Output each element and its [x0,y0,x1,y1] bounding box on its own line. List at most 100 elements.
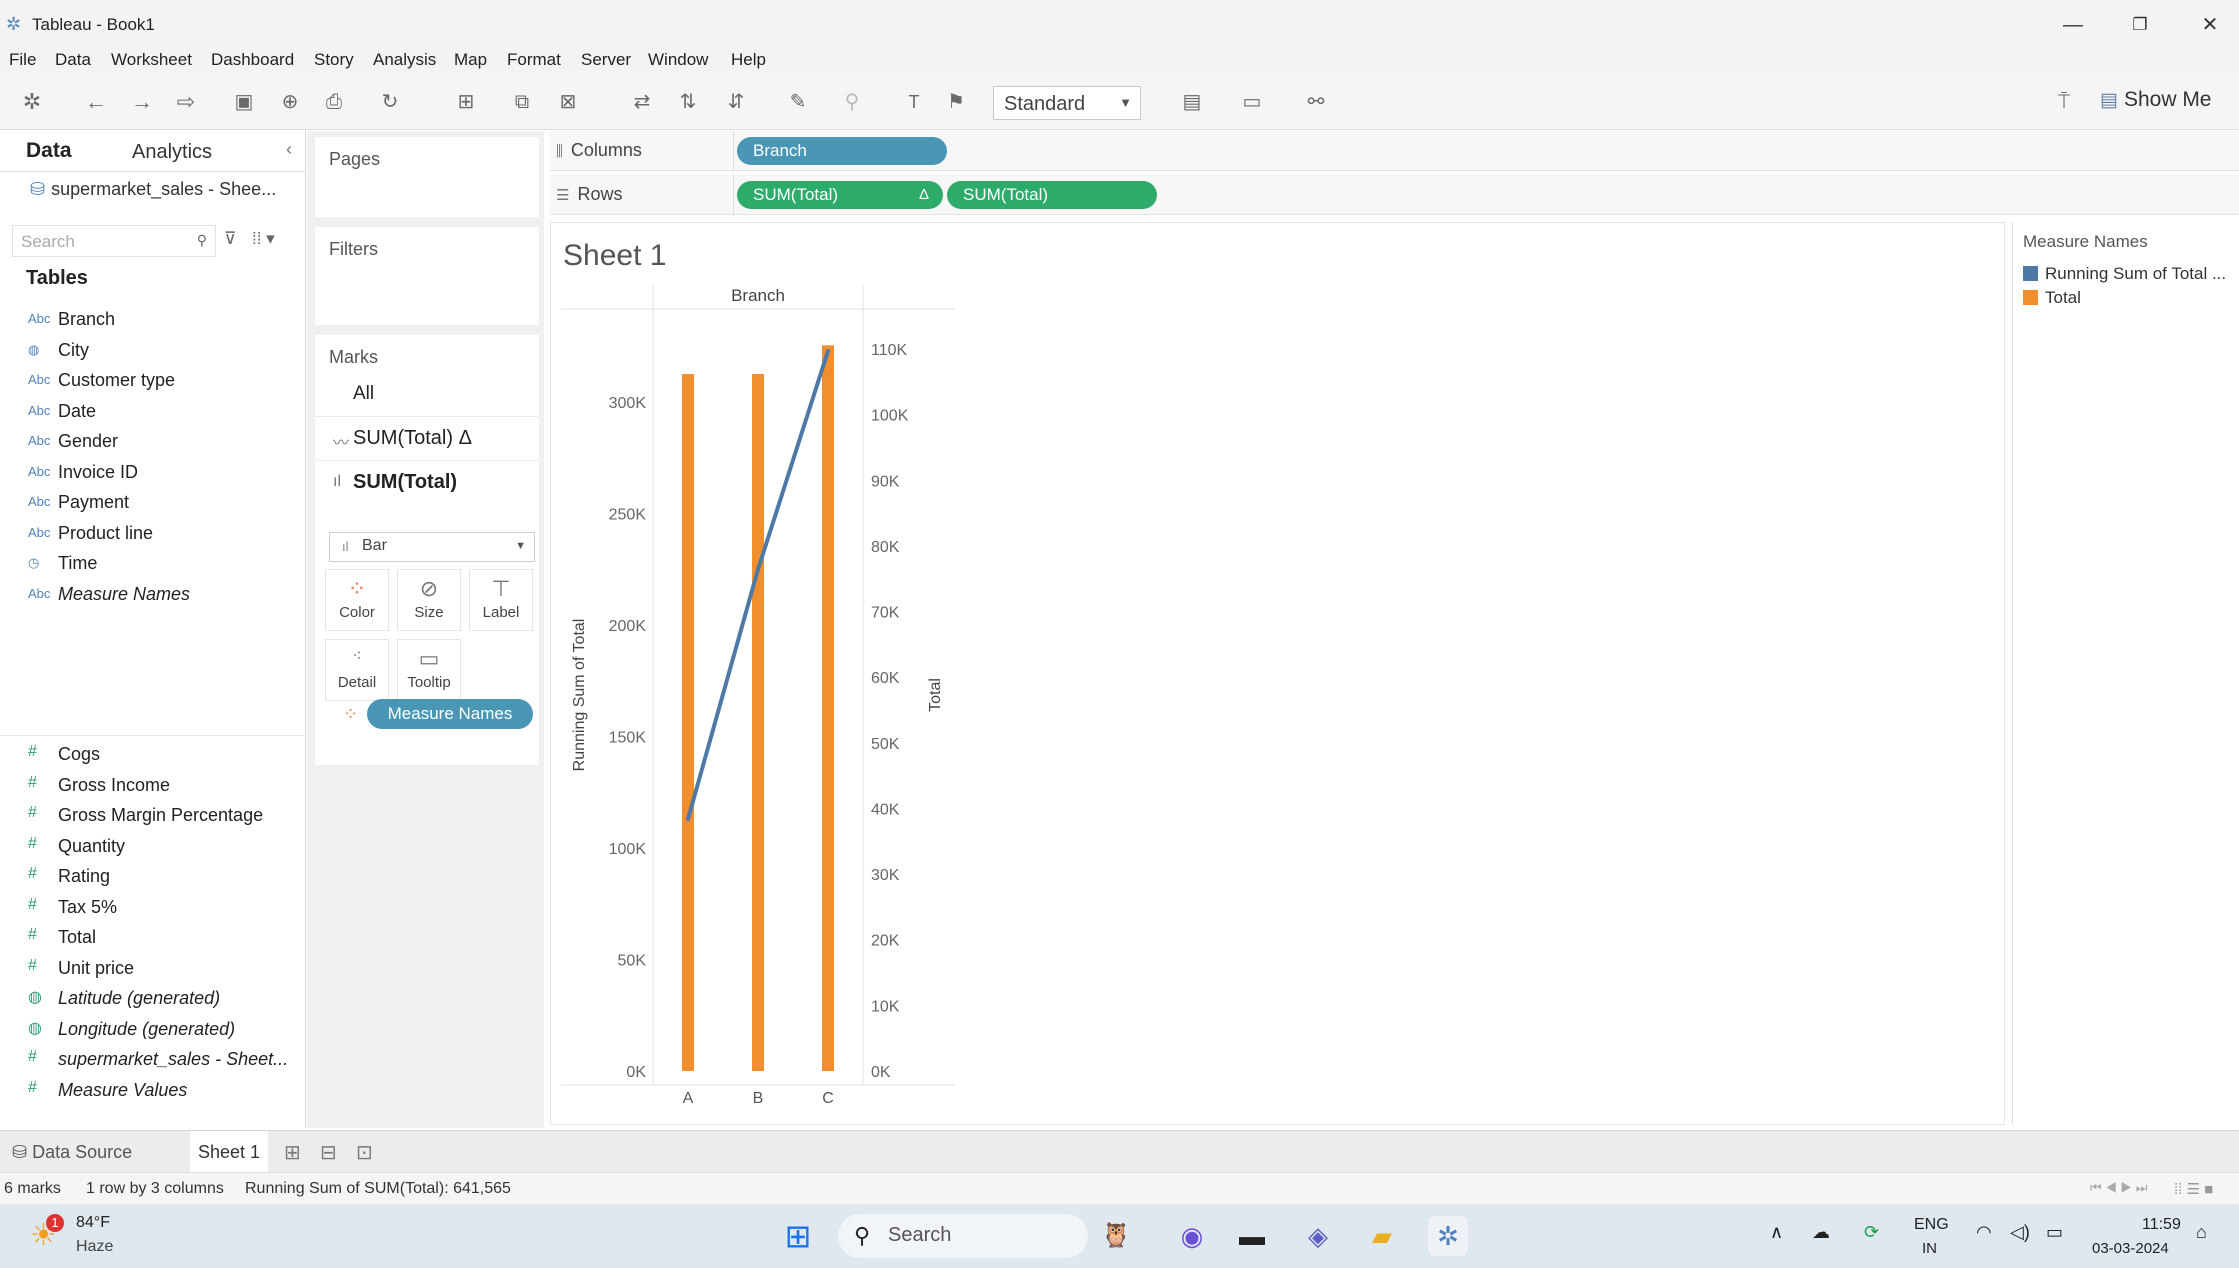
measure-field[interactable]: # Unit price [0,954,300,984]
pin-icon[interactable]: ⍑ [2048,86,2080,118]
search-highlight-icon[interactable]: 🦉 [1076,1216,1156,1256]
rows-shelf[interactable]: ☰ Rows SUM(Total) Δ SUM(Total) [550,175,2239,215]
data-source-tab[interactable]: ⛁ Data Source [12,1142,132,1163]
legend-item-total[interactable]: Total [2023,288,2081,308]
measure-field[interactable]: # Gross Margin Percentage [0,801,300,831]
file-explorer-icon[interactable]: ▰ [1362,1216,1402,1256]
measure-field[interactable]: # Quantity [0,832,300,862]
menu-worksheet[interactable]: Worksheet [111,50,192,70]
dimension-field[interactable]: Abc Gender [0,427,300,457]
legend-item-running-sum[interactable]: Running Sum of Total ... [2023,264,2226,284]
new-story-icon[interactable]: ⊡ [356,1140,373,1165]
copilot-icon[interactable]: ◉ [1172,1216,1212,1256]
group-members-icon[interactable]: ⚲ [836,86,868,118]
tableau-taskbar-icon[interactable]: ✲ [1428,1216,1468,1256]
dimension-field[interactable]: Abc Date [0,397,300,427]
terminal-app-icon[interactable]: ▬ [1232,1216,1272,1256]
swap-rows-columns-icon[interactable]: ⇄ [626,86,658,118]
detail-button[interactable]: ⁖ Detail [325,639,389,701]
datasource-item[interactable]: ⛁ supermarket_sales - Shee... [30,179,276,200]
cloud-icon[interactable]: ☁ [1812,1222,1830,1243]
menu-map[interactable]: Map [454,50,487,70]
sheet1-tab[interactable]: Sheet 1 [190,1131,268,1173]
measure-field[interactable]: # supermarket_sales - Sheet... [0,1045,300,1075]
menu-file[interactable]: File [9,50,36,70]
share-icon[interactable]: ⚯ [1300,86,1332,118]
bar-total-c[interactable] [822,345,834,1071]
measure-field[interactable]: # Total [0,923,300,953]
sheet-sorter-icon[interactable]: ⁞⁞ ☰ ■ [2174,1180,2213,1198]
measure-field[interactable]: # Rating [0,862,300,892]
menu-server[interactable]: Server [581,50,631,70]
marks-line-tab[interactable]: 〰 SUM(Total) Δ [315,417,539,461]
menu-help[interactable]: Help [731,50,766,70]
dimension-field[interactable]: ◷ Time [0,549,300,579]
measure-names-pill[interactable]: Measure Names [367,699,533,729]
sort-descending-icon[interactable]: ⇵ [720,86,752,118]
presentation-mode-icon[interactable]: ▭ [1236,86,1268,118]
undo-icon[interactable]: ← [80,86,112,118]
measure-field[interactable]: # Gross Income [0,771,300,801]
sheet-nav-icon[interactable]: ⏮ ◀ ▶ ⏭ [2090,1180,2147,1196]
sort-ascending-icon[interactable]: ⇅ [672,86,704,118]
dimension-field[interactable]: Abc Measure Names [0,580,300,610]
chevron-up-icon[interactable]: ∧ [1770,1222,1783,1243]
language-indicator[interactable]: ENG [1914,1216,1949,1234]
notifications-icon[interactable]: ⌂ [2196,1222,2207,1243]
tableau-logo-icon[interactable]: ✲ [16,86,48,118]
teams-icon[interactable]: ◈ [1298,1216,1338,1256]
menu-dashboard[interactable]: Dashboard [211,50,294,70]
measure-field[interactable]: ◍ Latitude (generated) [0,984,300,1014]
color-legend[interactable]: Measure Names Running Sum of Total ... T… [2012,222,2239,1125]
dimension-field[interactable]: Abc Branch [0,305,300,335]
menu-format[interactable]: Format [507,50,561,70]
filters-card[interactable]: Filters [315,227,539,325]
bar-total-a[interactable] [682,374,694,1071]
tab-data[interactable]: Data [26,139,72,163]
menu-window[interactable]: Window [648,50,708,70]
label-button[interactable]: ⊤ Label [469,569,533,631]
measure-field[interactable]: # Tax 5% [0,893,300,923]
weather-temp[interactable]: 84°F [76,1214,110,1232]
dimension-field[interactable]: Abc Invoice ID [0,458,300,488]
clock-time[interactable]: 11:59 [2142,1216,2181,1234]
measure-field[interactable]: # Measure Values [0,1076,300,1106]
show-cards-icon[interactable]: ▤ [1176,86,1208,118]
color-button[interactable]: ⁘ Color [325,569,389,631]
dimension-field[interactable]: Abc Product line [0,519,300,549]
close-button[interactable]: ✕ [2190,10,2230,40]
new-worksheet-icon[interactable]: ⊞ [284,1140,301,1165]
bar-total-b[interactable] [752,374,764,1071]
pause-updates-icon[interactable]: ⎙ [318,86,350,118]
measure-field[interactable]: ◍ Longitude (generated) [0,1015,300,1045]
show-me-button[interactable]: ▤ Show Me [2100,88,2212,112]
filter-fields-icon[interactable]: ⊽ [224,229,236,249]
windows-start-icon[interactable]: ⊞ [778,1216,818,1256]
highlight-icon[interactable]: ✎ [782,86,814,118]
view-options-icon[interactable]: ⁞⁞ ▾ [252,229,275,249]
taskbar-search[interactable]: ⚲ Search [838,1214,1088,1258]
tooltip-button[interactable]: ▭ Tooltip [397,639,461,701]
replay-icon[interactable]: ⇨ [170,86,202,118]
measure-field[interactable]: # Cogs [0,740,300,770]
volume-icon[interactable]: ◁) [2010,1222,2030,1243]
running-sum-point-b[interactable] [756,567,760,572]
fit-select[interactable]: Standard ▼ [993,86,1141,120]
show-mark-labels-icon[interactable]: T [898,86,930,118]
rows-pill-sum-total-delta[interactable]: SUM(Total) Δ [737,181,943,209]
marks-all-tab[interactable]: All [315,373,539,417]
dimension-field[interactable]: ◍ City [0,336,300,366]
battery-icon[interactable]: ▭ [2046,1222,2063,1243]
refresh-icon[interactable]: ↻ [374,86,406,118]
collapse-pane-icon[interactable]: ‹ [286,139,292,160]
save-icon[interactable]: ▣ [228,86,260,118]
wifi-icon[interactable]: ◠ [1976,1222,1992,1243]
fix-axes-icon[interactable]: ⚑ [940,86,972,118]
dimension-field[interactable]: Abc Customer type [0,366,300,396]
redo-icon[interactable]: → [126,86,158,118]
duplicate-sheet-icon[interactable]: ⧉ [506,86,538,118]
menu-story[interactable]: Story [314,50,354,70]
size-button[interactable]: ⊘ Size [397,569,461,631]
minimize-button[interactable]: — [2053,10,2093,40]
marks-bar-tab[interactable]: ıl SUM(Total) [315,461,539,505]
